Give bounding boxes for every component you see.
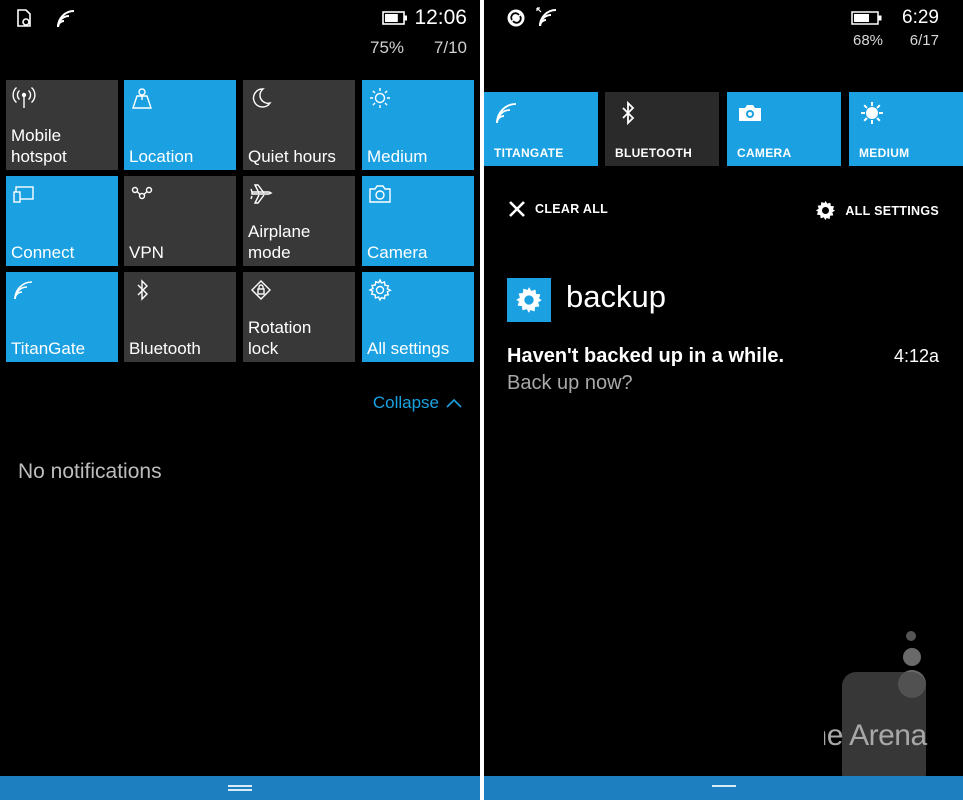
gear-icon [368,278,392,302]
wifi-icon [536,7,557,27]
chevron-up-icon [446,398,462,408]
battery-percent: 68% [853,32,884,49]
tile-camera[interactable]: Camera [362,176,474,266]
quick-action-bluetooth[interactable]: BLUETOOTH [605,92,719,166]
quick-action-label: TITANGATE [494,146,564,160]
tile-wifi-titangate[interactable]: TitanGate [6,272,118,362]
camera-icon [369,185,391,203]
tile-label: Location [129,147,194,166]
tile-mobile-hotspot[interactable]: Mobile hotspot [6,80,118,170]
moon-icon [252,88,272,108]
gear-icon [816,200,836,221]
tile-label: VPN [129,243,164,262]
tile-all-settings[interactable]: All settings [362,272,474,362]
connect-icon [13,186,34,203]
tile-vpn[interactable]: VPN [124,176,236,266]
backup-app-icon [507,278,551,322]
phonearena-watermark: phone Arena [824,631,928,787]
navigation-bar[interactable] [0,776,480,800]
tile-label: Mobile hotspot [11,126,67,166]
rotation-lock-icon [251,280,271,300]
brightness-icon [370,88,390,108]
collapse-label: Collapse [372,393,439,412]
notification-title[interactable]: Haven't backed up in a while. [507,345,784,368]
tile-rotation-lock[interactable]: Rotation lock [243,272,355,362]
notification-app-name: backup [566,279,666,314]
quick-action-label: CAMERA [737,146,792,160]
gear-icon [516,287,542,313]
navigation-bar[interactable] [484,776,963,800]
status-date: 6/17 [909,32,939,49]
status-time: 6:29 [902,7,939,28]
tile-label: Camera [367,243,428,262]
notification-body[interactable]: Back up now? [507,372,633,395]
action-center-expanded: 12:06 75% 7/10 Mobile hotspot Location Q… [0,0,480,800]
quick-action-camera[interactable]: CAMERA [727,92,841,166]
tile-label: Connect [11,243,75,262]
collapse-button[interactable]: Collapse [373,393,462,413]
close-icon [509,201,525,217]
clear-all-label: CLEAR ALL [535,202,609,216]
tile-location[interactable]: Location [124,80,236,170]
battery-icon [382,11,407,25]
tile-label: TitanGate [11,339,86,358]
bluetooth-icon [137,279,148,301]
clear-all-button[interactable]: CLEAR ALL [508,200,608,218]
quick-action-brightness[interactable]: MEDIUM [849,92,963,166]
location-icon [132,88,152,109]
tile-brightness[interactable]: Medium [362,80,474,170]
battery-icon [851,11,882,25]
tile-connect[interactable]: Connect [6,176,118,266]
data-sense-icon [17,9,31,27]
no-notifications-text: No notifications [18,460,162,483]
quick-action-label: BLUETOOTH [615,146,693,160]
all-settings-button[interactable]: ALL SETTINGS [815,200,939,221]
wifi-icon [14,281,33,300]
all-settings-label: ALL SETTINGS [845,203,939,218]
tile-label: Airplane mode [248,222,311,262]
brightness-icon [861,102,883,124]
vpn-icon [131,186,153,200]
action-center-notification: 6:29 68% 6/17 TITANGATE BLUETOOTH CAMERA… [484,0,963,800]
hotspot-icon [12,86,36,108]
status-date: 7/10 [433,38,467,57]
tile-label: Quiet hours [248,147,336,166]
tile-quiet-hours[interactable]: Quiet hours [243,80,355,170]
camera-icon [739,105,761,121]
tile-label: Medium [367,147,428,166]
wifi-icon [57,10,75,28]
tile-label: All settings [367,339,450,358]
drag-handle-icon[interactable] [228,785,252,791]
status-time: 12:06 [414,6,467,29]
drag-handle-icon[interactable] [711,785,736,788]
quick-action-wifi[interactable]: TITANGATE [484,92,598,166]
svg-text:phone Arena: phone Arena [824,719,927,752]
tile-bluetooth[interactable]: Bluetooth [124,272,236,362]
wifi-icon [496,103,517,124]
airplane-icon [250,184,273,204]
bluetooth-icon [622,100,635,126]
sync-icon [507,9,525,27]
battery-percent: 75% [370,38,405,57]
tile-airplane-mode[interactable]: Airplane mode [243,176,355,266]
quick-action-label: MEDIUM [859,146,910,160]
tile-label: Rotation lock [248,318,312,358]
tile-label: Bluetooth [129,339,201,358]
notification-time: 4:12a [893,346,939,366]
